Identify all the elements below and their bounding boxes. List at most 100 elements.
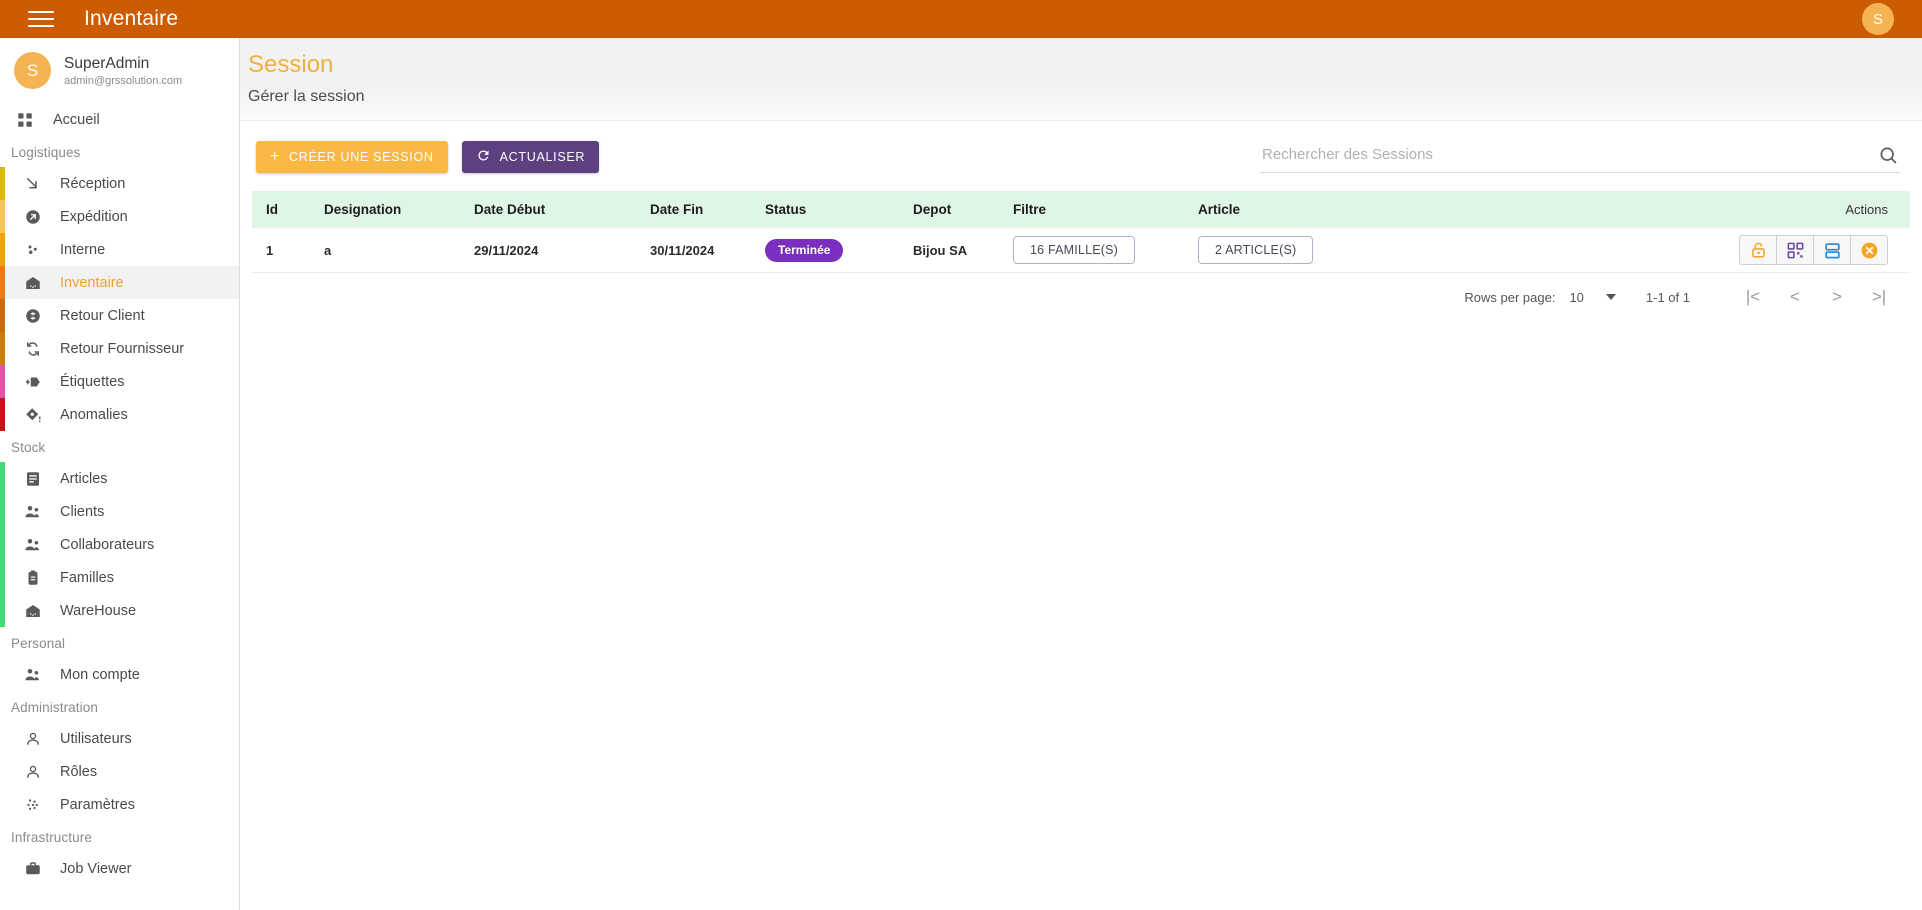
- page-title: Session: [248, 51, 334, 78]
- sidebar-item-articles[interactable]: Articles: [0, 462, 239, 495]
- qr-code-button[interactable]: [1776, 235, 1814, 265]
- app-title: Inventaire: [84, 7, 179, 30]
- unlock-icon: [1751, 242, 1765, 258]
- warehouse-icon: [22, 272, 44, 294]
- clipboard-icon: [22, 567, 44, 589]
- sidebar-item-param-tres[interactable]: Paramètres: [0, 788, 239, 821]
- sidebar-item-exp-dition[interactable]: Expédition: [0, 200, 239, 233]
- sidebar-group-label: Logistiques: [11, 145, 81, 160]
- sidebar-item-edge-marker: [0, 266, 5, 299]
- sidebar-item-label: Interne: [60, 241, 106, 258]
- app-root: Inventaire S S SuperAdmin admin@grssolut…: [0, 0, 1922, 910]
- close-circle-button[interactable]: [1850, 235, 1888, 265]
- sidebar-item-label: Réception: [60, 175, 126, 192]
- cell-date-fin: 30/11/2024: [650, 242, 715, 258]
- sidebar-item-label: Expédition: [60, 208, 128, 225]
- sidebar-group-label: Infrastructure: [11, 830, 92, 845]
- last-page-icon[interactable]: >|: [1858, 287, 1900, 307]
- sidebar-item-job-viewer[interactable]: Job Viewer: [0, 852, 239, 885]
- sidebar-profile[interactable]: S SuperAdmin admin@grssolution.com: [0, 38, 239, 103]
- sidebar-item-label: Paramètres: [60, 796, 135, 813]
- sidebar-item-edge-marker: [0, 200, 5, 233]
- sidebar-item-collaborateurs[interactable]: Collaborateurs: [0, 528, 239, 561]
- cell-depot: Bijou SA: [913, 242, 968, 258]
- user-avatar[interactable]: S: [1862, 3, 1894, 35]
- profile-name: SuperAdmin: [64, 54, 150, 72]
- sidebar-item-mon-compte[interactable]: Mon compte: [0, 658, 239, 691]
- sidebar-item-label: Retour Client: [60, 307, 145, 324]
- sidebar-item-label: Inventaire: [60, 274, 124, 291]
- create-session-label: CRÉER UNE SESSION: [289, 150, 434, 164]
- refresh-cycle-icon: [22, 338, 44, 360]
- article-chip[interactable]: 2 ARTICLE(S): [1198, 236, 1314, 264]
- cell-date-debut: 29/11/2024: [474, 242, 539, 258]
- action-button-group: [1739, 235, 1888, 265]
- column-header-actions: Actions: [1845, 201, 1888, 217]
- split-rows-button[interactable]: [1813, 235, 1851, 265]
- first-page-icon[interactable]: |<: [1732, 287, 1774, 307]
- page-subtitle: Gérer la session: [248, 88, 365, 105]
- dots-scatter-icon: [22, 239, 44, 261]
- people-icon: [22, 501, 44, 523]
- hamburger-menu-icon[interactable]: [28, 9, 54, 29]
- column-header-depot: Depot: [913, 201, 952, 217]
- profile-email: admin@grssolution.com: [64, 75, 183, 88]
- main-content: Session Gérer la session + CRÉER UNE SES…: [240, 38, 1922, 910]
- column-header-article: Article: [1198, 201, 1241, 217]
- table-body: 1 a 29/11/2024 30/11/2024 Terminée Bijou SA 16…: [252, 227, 1910, 273]
- dots-grid-icon: [22, 794, 44, 816]
- rows-per-page-select[interactable]: 10: [1569, 290, 1616, 305]
- rows-per-page-label: Rows per page:: [1464, 289, 1556, 305]
- refresh-button[interactable]: ACTUALISER: [461, 141, 600, 173]
- filtre-chip[interactable]: 16 FAMILLE(S): [1013, 236, 1136, 264]
- toolbar: + CRÉER UNE SESSION ACTUALISER: [240, 121, 1922, 173]
- sidebar-item-label: Mon compte: [60, 666, 140, 683]
- sidebar-item-label: Étiquettes: [60, 373, 125, 390]
- sidebar-item-r-ception[interactable]: Réception: [0, 167, 239, 200]
- sidebar-item-retour-client[interactable]: Retour Client: [0, 299, 239, 332]
- sidebar-item-inventaire[interactable]: Inventaire: [0, 266, 239, 299]
- sidebar-item-warehouse[interactable]: WareHouse: [0, 594, 239, 627]
- sidebar-item-edge-marker: [0, 495, 5, 528]
- dashboard-grid-icon: [14, 109, 36, 131]
- sidebar-item-clients[interactable]: Clients: [0, 495, 239, 528]
- sidebar-item-accueil[interactable]: Accueil: [0, 103, 239, 136]
- briefcase-icon: [22, 858, 44, 880]
- search-icon[interactable]: [1878, 145, 1900, 167]
- search-input[interactable]: [1260, 141, 1868, 167]
- sidebar-item-r-les[interactable]: Rôles: [0, 755, 239, 788]
- sidebar-item-edge-marker: [0, 594, 5, 627]
- close-circle-icon: [1861, 242, 1877, 258]
- sidebar-item-anomalies[interactable]: Anomalies: [0, 398, 239, 431]
- create-session-button[interactable]: + CRÉER UNE SESSION: [256, 141, 448, 173]
- cell-id: 1: [266, 242, 274, 258]
- sidebar-group-label: Personal: [11, 636, 66, 651]
- person-icon: [22, 728, 44, 750]
- unlock-button[interactable]: [1739, 235, 1777, 265]
- sidebar-item-edge-marker: [0, 233, 5, 266]
- sidebar-nav-groups: Logistiques Réception Expédition Interne Inv…: [0, 136, 239, 885]
- table-row[interactable]: 1 a 29/11/2024 30/11/2024 Terminée Bijou SA 16…: [252, 227, 1910, 273]
- qr-code-icon: [1787, 242, 1803, 258]
- chevron-down-icon: [1605, 294, 1616, 300]
- sidebar: S SuperAdmin admin@grssolution.com Accue…: [0, 38, 240, 910]
- sidebar-item-utilisateurs[interactable]: Utilisateurs: [0, 722, 239, 755]
- search-bar: [1260, 141, 1900, 173]
- sidebar-item-label: Utilisateurs: [60, 730, 132, 747]
- sidebar-item-retour-fournisseur[interactable]: Retour Fournisseur: [0, 332, 239, 365]
- column-header-status: Status: [765, 201, 807, 217]
- sidebar-item-familles[interactable]: Familles: [0, 561, 239, 594]
- sidebar-item-label: Familles: [60, 569, 114, 586]
- cell-filtre: 16 FAMILLE(S): [1013, 236, 1198, 264]
- cell-article: 2 ARTICLE(S): [1198, 236, 1498, 264]
- sidebar-item-tiquettes[interactable]: Étiquettes: [0, 365, 239, 398]
- sidebar-item-label: Clients: [60, 503, 105, 520]
- sidebar-item-interne[interactable]: Interne: [0, 233, 239, 266]
- sidebar-group-label: Stock: [11, 440, 46, 455]
- sidebar-item-label: Rôles: [60, 763, 98, 780]
- previous-page-icon[interactable]: <: [1774, 287, 1816, 307]
- split-rows-icon: [1824, 242, 1840, 258]
- column-header-date-debut: Date Début: [474, 201, 546, 217]
- next-page-icon[interactable]: >: [1816, 287, 1858, 307]
- sidebar-item-edge-marker: [0, 462, 5, 495]
